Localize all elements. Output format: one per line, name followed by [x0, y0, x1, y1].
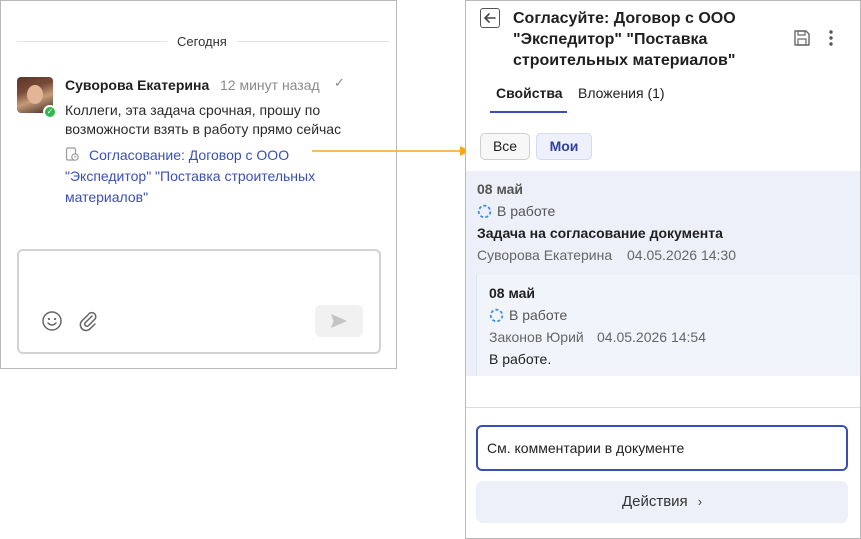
- message-composer[interactable]: [17, 249, 381, 354]
- history-entry-status: В работе: [509, 307, 568, 323]
- send-icon: [331, 314, 347, 328]
- filter-mine-button[interactable]: Мои: [536, 133, 592, 160]
- avatar-face: [27, 85, 43, 104]
- history-entry-date: 08 май: [477, 181, 524, 197]
- card-title: Согласуйте: Договор с ООО "Экспедитор" "…: [513, 10, 736, 69]
- chat-panel: Сегодня ✓ Суворова Екатерина 12 минут на…: [0, 0, 397, 369]
- actions-label: Действия: [621, 493, 688, 510]
- message-author[interactable]: Суворова Екатерина: [65, 77, 209, 93]
- comment-input[interactable]: [476, 425, 848, 471]
- emoji-icon[interactable]: [41, 310, 63, 332]
- arrow-left-icon: [484, 13, 496, 23]
- date-separator: Сегодня: [167, 34, 237, 49]
- back-button[interactable]: [480, 8, 500, 28]
- history-entry-timestamp: 04.05.2026 14:30: [627, 247, 736, 263]
- filter-all-button[interactable]: Все: [480, 133, 530, 160]
- task-card-panel: Согласуйте: Договор с ООО "Экспедитор" "…: [465, 0, 861, 539]
- history-entry-status: В работе: [497, 203, 556, 219]
- tab-properties[interactable]: Свойства: [496, 83, 563, 103]
- chevron-right-icon: ›: [697, 494, 703, 509]
- history-entry-comment: В работе.: [489, 351, 552, 367]
- more-vertical-icon[interactable]: [824, 27, 838, 49]
- history-entry-author: Суворова Екатерина: [477, 247, 613, 263]
- in-progress-icon: [489, 308, 504, 323]
- tab-attachments[interactable]: Вложения (1): [578, 83, 665, 103]
- message-text: Коллеги, эта задача срочная, прошу по во…: [65, 102, 342, 137]
- footer-divider: [466, 407, 860, 408]
- history-entry-nested: 08 май В работе Законов Юрий 04.05.2026 …: [476, 275, 860, 376]
- online-status-icon: ✓: [43, 105, 57, 119]
- attach-clip-icon[interactable]: [77, 310, 99, 332]
- active-tab-indicator: [490, 111, 567, 113]
- connector-arrow-icon: [312, 146, 470, 156]
- read-check-icon: ✓: [334, 75, 345, 90]
- history-list: 08 май В работе Задача на согласование д…: [466, 171, 860, 376]
- history-entry-timestamp: 04.05.2026 14:54: [597, 329, 706, 345]
- screenshot-stage: Сегодня ✓ Суворова Екатерина 12 минут на…: [0, 0, 861, 539]
- message-time: 12 минут назад: [220, 77, 320, 93]
- history-entry-author: Законов Юрий: [489, 329, 584, 345]
- history-entry-task[interactable]: Задача на согласование документа: [477, 225, 723, 241]
- actions-button[interactable]: Действия ›: [476, 481, 848, 523]
- history-entry-date: 08 май: [489, 285, 536, 301]
- in-progress-icon: [477, 204, 492, 219]
- send-button[interactable]: [315, 305, 363, 337]
- save-icon[interactable]: [793, 29, 811, 47]
